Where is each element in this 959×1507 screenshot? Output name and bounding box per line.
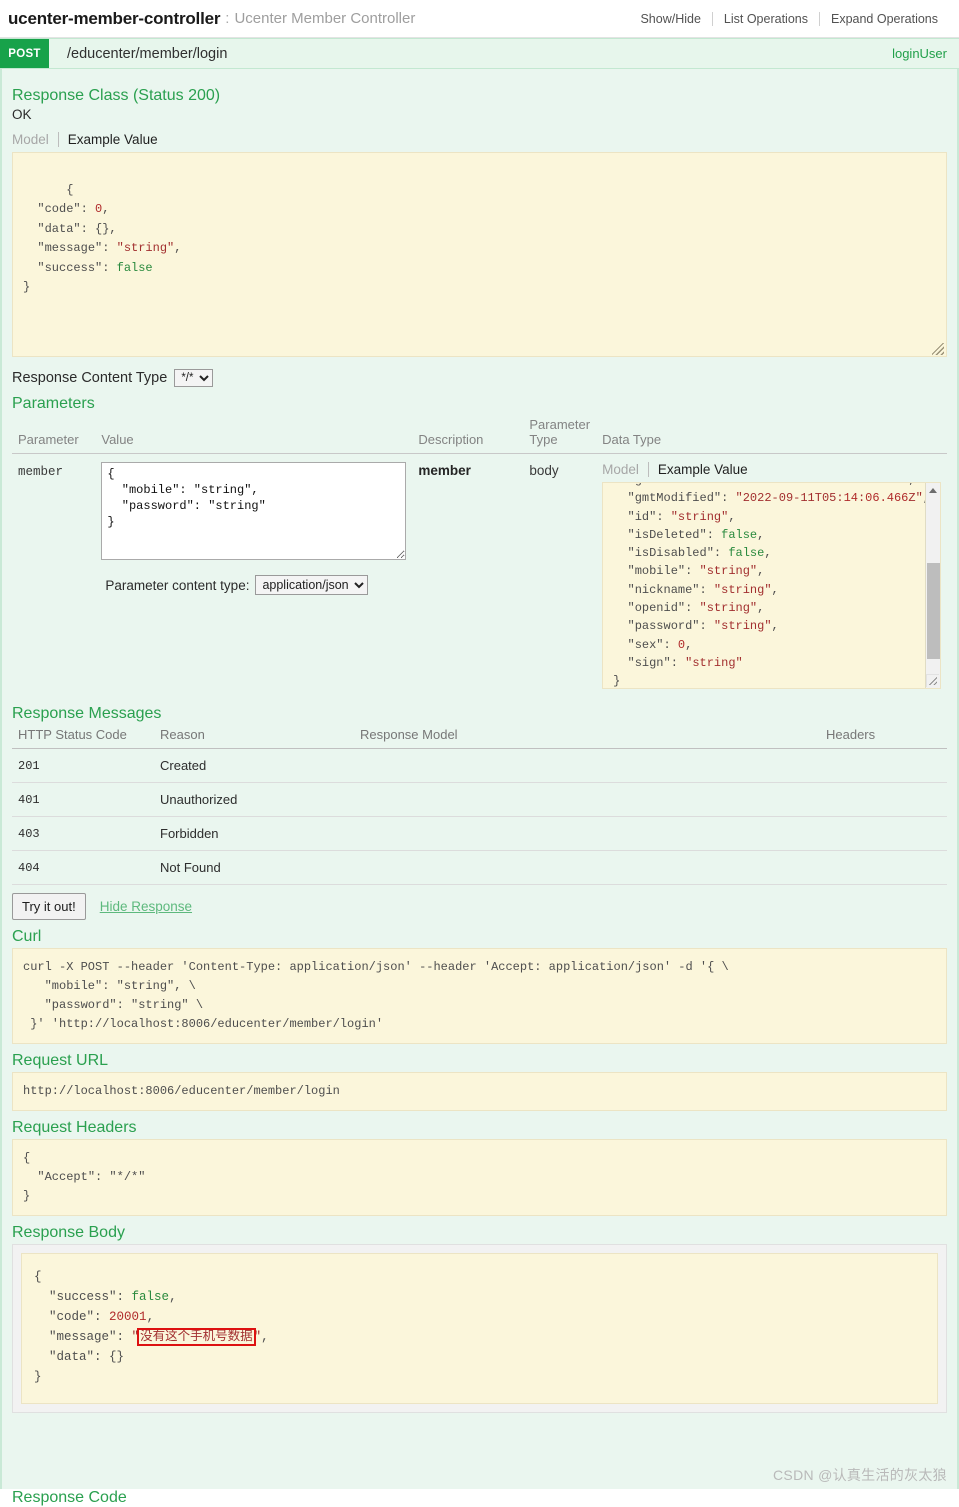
reason-cell: Unauthorized xyxy=(154,782,354,817)
swagger-ui-page: ucenter-member-controller : Ucenter Memb… xyxy=(0,0,959,1507)
scrollbar-thumb[interactable] xyxy=(926,562,940,659)
table-row: 201 Created xyxy=(12,748,947,783)
tab-example-value[interactable]: Example Value xyxy=(59,132,158,147)
tab-example-value[interactable]: Example Value xyxy=(649,462,748,477)
headers-cell xyxy=(820,748,947,783)
col-data-type: Data Type xyxy=(596,415,947,454)
response-code-heading: Response Code xyxy=(12,1489,127,1506)
response-class-status-text: OK xyxy=(12,107,32,122)
parameter-name: member xyxy=(18,465,64,479)
response-content-type-label: Response Content Type xyxy=(12,370,168,386)
response-class-tabs: Model Example Value xyxy=(12,132,947,147)
parameter-model-wrapper: "gmtCreate": "2022-09-11T05:14:06.466Z",… xyxy=(602,482,941,689)
request-url-value: http://localhost:8006/educenter/member/l… xyxy=(12,1072,947,1111)
headers-cell xyxy=(820,850,947,885)
headers-cell xyxy=(820,816,947,851)
request-headers-value: { "Accept": "*/*" } xyxy=(12,1139,947,1216)
curl-command: curl -X POST --header 'Content-Type: app… xyxy=(12,948,947,1044)
col-http-status-code: HTTP Status Code xyxy=(12,725,154,749)
response-messages-table: HTTP Status Code Reason Response Model H… xyxy=(12,725,947,885)
expand-operations-link[interactable]: Expand Operations xyxy=(820,12,949,26)
table-row: 403 Forbidden xyxy=(12,816,947,851)
table-row: member Parameter content type: applicati… xyxy=(12,454,947,698)
operation-body: Response Class (Status 200) OK Model Exa… xyxy=(0,69,959,1489)
response-model-cell xyxy=(354,748,820,783)
response-model-cell xyxy=(354,816,820,851)
parameter-example-value: "gmtCreate": "2022-09-11T05:14:06.466Z",… xyxy=(602,482,941,689)
http-method-badge: POST xyxy=(0,39,49,68)
response-messages-header-row: HTTP Status Code Reason Response Model H… xyxy=(12,725,947,749)
tab-model[interactable]: Model xyxy=(12,132,58,147)
col-reason: Reason xyxy=(154,725,354,749)
response-model-cell xyxy=(354,782,820,817)
parameters-table: Parameter Value Description Parameter Ty… xyxy=(12,415,947,697)
csdn-watermark: CSDN @认真生活的灰太狼 xyxy=(773,1467,947,1483)
resource-name: ucenter-member-controller xyxy=(8,8,221,28)
scrollbar-track[interactable] xyxy=(926,498,941,673)
col-value: Value xyxy=(95,415,413,454)
response-class-heading: Response Class (Status 200) xyxy=(12,87,221,104)
try-it-out-button[interactable]: Try it out! xyxy=(12,893,86,920)
reason-cell: Not Found xyxy=(154,850,354,885)
parameter-content-type-label: Parameter content type: xyxy=(105,577,250,593)
table-row: 404 Not Found xyxy=(12,850,947,885)
reason-cell: Forbidden xyxy=(154,816,354,851)
col-description: Description xyxy=(412,415,524,454)
parameter-type-value: body xyxy=(529,463,559,478)
reason-cell: Created xyxy=(154,748,354,783)
parameter-content-type-select[interactable]: application/json xyxy=(255,575,369,595)
request-headers-heading: Request Headers xyxy=(12,1119,137,1136)
resource-description: Ucenter Member Controller xyxy=(234,10,416,27)
response-model-cell xyxy=(354,850,820,885)
operation-path[interactable]: /educenter/member/login xyxy=(49,39,227,68)
resource-header: ucenter-member-controller : Ucenter Memb… xyxy=(0,0,959,38)
operation-header[interactable]: POST /educenter/member/login loginUser xyxy=(0,38,959,69)
request-url-heading: Request URL xyxy=(12,1052,109,1069)
col-parameter: Parameter xyxy=(12,415,96,454)
curl-heading: Curl xyxy=(12,928,42,945)
resource-options: Show/Hide List Operations Expand Operati… xyxy=(629,11,949,26)
resize-grip-icon[interactable] xyxy=(926,674,939,687)
tab-model[interactable]: Model xyxy=(602,462,648,477)
resource-separator: : xyxy=(225,10,230,27)
col-headers: Headers xyxy=(820,725,947,749)
response-body-value: { "success": false, "code": 20001, "mess… xyxy=(21,1253,938,1404)
col-response-model: Response Model xyxy=(354,725,820,749)
parameters-header-row: Parameter Value Description Parameter Ty… xyxy=(12,415,947,454)
response-body-heading: Response Body xyxy=(12,1224,125,1241)
parameter-model-tabs: Model Example Value xyxy=(602,462,941,477)
resize-grip-icon[interactable] xyxy=(932,343,944,355)
response-class-example-value: { "code": 0, "data": {}, "message": "str… xyxy=(12,152,947,357)
operation-actions: Try it out! Hide Response xyxy=(12,893,947,920)
status-code-cell: 201 xyxy=(12,748,154,783)
response-messages-heading: Response Messages xyxy=(12,705,162,722)
status-code-cell: 401 xyxy=(12,782,154,817)
scroll-up-icon[interactable] xyxy=(926,483,941,498)
hide-response-link[interactable]: Hide Response xyxy=(100,899,192,914)
table-row: 401 Unauthorized xyxy=(12,782,947,817)
status-code-cell: 404 xyxy=(12,850,154,885)
parameter-value-input[interactable] xyxy=(101,462,407,560)
response-content-type-select[interactable]: */* xyxy=(174,369,214,387)
operation-nickname[interactable]: loginUser xyxy=(892,39,959,68)
status-code-cell: 403 xyxy=(12,816,154,851)
show-hide-link[interactable]: Show/Hide xyxy=(629,12,711,26)
parameter-description: member xyxy=(418,463,471,478)
model-scrollbar[interactable] xyxy=(925,483,940,688)
response-body-container: { "success": false, "code": 20001, "mess… xyxy=(12,1244,947,1413)
list-operations-link[interactable]: List Operations xyxy=(713,12,819,26)
parameter-content-type-row: Parameter content type: application/json xyxy=(105,575,406,595)
response-content-type-row: Response Content Type */* xyxy=(12,369,947,387)
headers-cell xyxy=(820,782,947,817)
col-parameter-type: Parameter Type xyxy=(523,415,597,454)
parameters-heading: Parameters xyxy=(12,395,95,412)
